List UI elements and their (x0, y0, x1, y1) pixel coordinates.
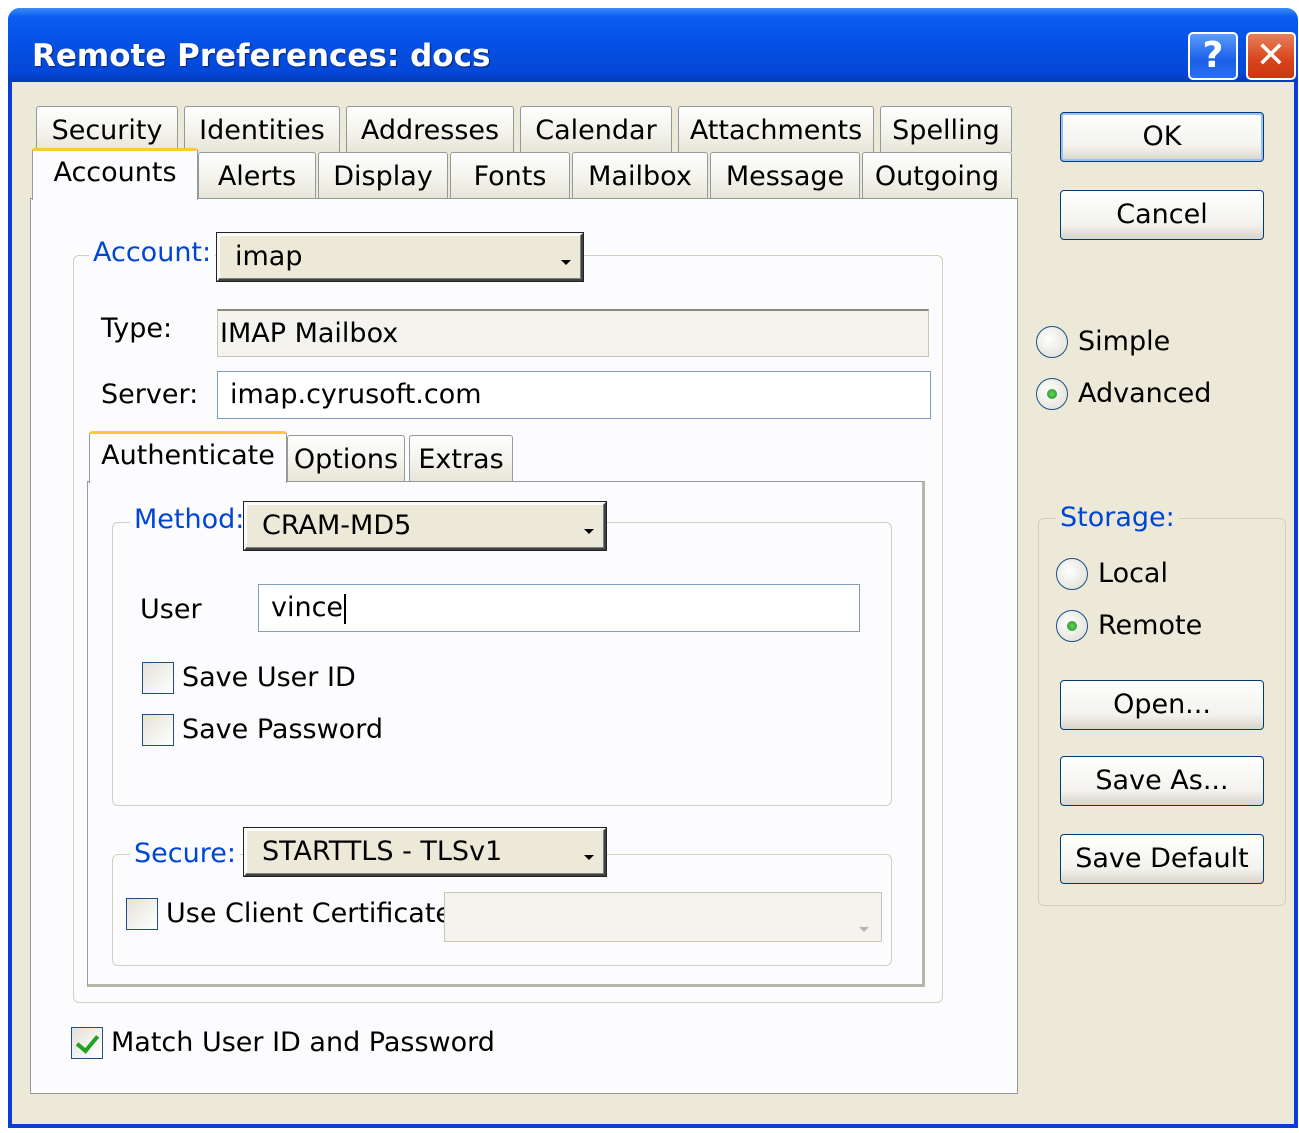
save-default-button[interactable]: Save Default (1060, 834, 1264, 884)
simple-label[interactable]: Simple (1078, 326, 1170, 357)
secure-dropdown[interactable]: STARTTLS - TLSv1 (244, 828, 606, 876)
title-bar[interactable]: Remote Preferences: docs ? ✕ (8, 8, 1298, 82)
close-icon: ✕ (1255, 35, 1287, 76)
method-dropdown[interactable]: CRAM-MD5 (244, 502, 606, 550)
tab-attachments[interactable]: Attachments (678, 106, 874, 152)
secure-label: Secure: (130, 838, 240, 869)
local-radio[interactable] (1056, 558, 1088, 590)
use-client-certificate-label[interactable]: Use Client Certificate: (166, 898, 461, 929)
subtab-authenticate[interactable]: Authenticate (89, 431, 287, 483)
tab-addresses[interactable]: Addresses (346, 106, 514, 152)
tab-fonts[interactable]: Fonts (450, 152, 570, 198)
account-label: Account: (89, 237, 216, 268)
advanced-label[interactable]: Advanced (1078, 378, 1211, 409)
user-label: User (140, 594, 202, 625)
chevron-down-icon (859, 927, 869, 932)
simple-radio[interactable] (1036, 326, 1068, 358)
subtab-options[interactable]: Options (287, 435, 405, 481)
accounts-tab-panel: Account: imap Type: IMAP Mailbox Server:… (30, 198, 1018, 1094)
open-button[interactable]: Open... (1060, 680, 1264, 730)
remote-radio[interactable] (1056, 610, 1088, 642)
match-user-label[interactable]: Match User ID and Password (111, 1027, 495, 1058)
remote-label[interactable]: Remote (1098, 610, 1202, 641)
tab-display[interactable]: Display (318, 152, 448, 198)
server-label: Server: (101, 379, 199, 410)
help-button[interactable]: ? (1188, 32, 1238, 80)
local-label[interactable]: Local (1098, 558, 1168, 589)
close-button[interactable]: ✕ (1246, 32, 1296, 80)
chevron-down-icon (561, 260, 571, 265)
tab-accounts[interactable]: Accounts (32, 148, 198, 200)
client-certificate-dropdown (444, 892, 882, 942)
tab-message[interactable]: Message (710, 152, 860, 198)
secure-dropdown-value: STARTTLS - TLSv1 (262, 836, 503, 867)
user-input[interactable]: vince (258, 584, 860, 632)
account-dropdown[interactable]: imap (217, 233, 583, 281)
storage-label: Storage: (1056, 502, 1179, 533)
method-label: Method: (130, 504, 249, 535)
save-user-id-checkbox[interactable] (142, 662, 174, 694)
ok-button[interactable]: OK (1060, 112, 1264, 162)
account-dropdown-value: imap (235, 241, 303, 272)
tab-outgoing[interactable]: Outgoing (862, 152, 1012, 198)
match-user-checkbox[interactable] (71, 1027, 103, 1059)
window-title: Remote Preferences: docs (32, 38, 491, 74)
help-icon: ? (1202, 35, 1224, 76)
tab-security[interactable]: Security (36, 106, 178, 152)
save-password-checkbox[interactable] (142, 714, 174, 746)
cancel-button[interactable]: Cancel (1060, 190, 1264, 240)
subtab-extras[interactable]: Extras (409, 435, 513, 481)
tab-mailbox[interactable]: Mailbox (572, 152, 708, 198)
tab-alerts[interactable]: Alerts (198, 152, 316, 198)
advanced-radio[interactable] (1036, 378, 1068, 410)
user-input-value: vince (271, 592, 344, 623)
server-input[interactable]: imap.cyrusoft.com (217, 371, 931, 419)
tab-calendar[interactable]: Calendar (520, 106, 672, 152)
type-field: IMAP Mailbox (217, 309, 929, 357)
save-password-label[interactable]: Save Password (182, 714, 383, 745)
chevron-down-icon (584, 855, 594, 860)
tab-spelling[interactable]: Spelling (880, 106, 1012, 152)
save-user-id-label[interactable]: Save User ID (182, 662, 356, 693)
tab-identities[interactable]: Identities (184, 106, 340, 152)
use-client-certificate-checkbox[interactable] (126, 898, 158, 930)
method-dropdown-value: CRAM-MD5 (262, 510, 412, 541)
type-label: Type: (101, 313, 173, 344)
save-as-button[interactable]: Save As... (1060, 756, 1264, 806)
authenticate-panel: Method: CRAM-MD5 User vince Save User ID… (87, 481, 925, 987)
text-cursor (344, 593, 347, 624)
chevron-down-icon (584, 529, 594, 534)
